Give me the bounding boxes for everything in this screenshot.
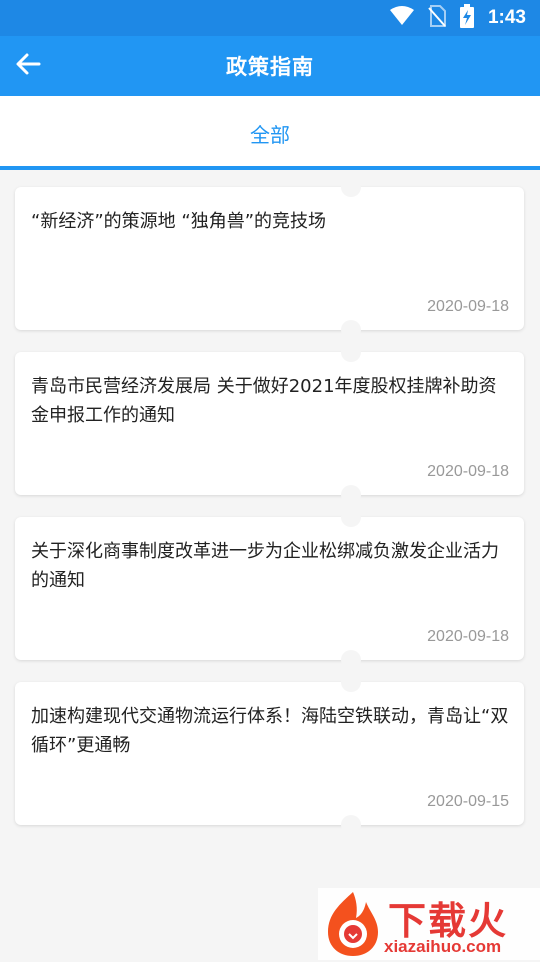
article-date: 2020-09-18	[427, 298, 509, 315]
card-notch	[341, 342, 361, 362]
article-card[interactable]: 关于深化商事制度改革进一步为企业松绑减负激发企业活力的通知 2020-09-18	[15, 507, 524, 670]
card-notch	[341, 815, 361, 835]
card-notch	[341, 177, 361, 197]
flame-logo-icon	[320, 890, 386, 962]
card-notch	[341, 650, 361, 670]
card-notch	[341, 320, 361, 340]
page-title: 政策指南	[226, 55, 314, 79]
tab-bar: 全部	[0, 96, 540, 170]
article-title: 青岛市民营经济发展局 关于做好2021年度股权挂牌补助资金申报工作的通知	[31, 376, 497, 426]
status-bar: 1:43	[0, 0, 540, 36]
article-date: 2020-09-18	[427, 463, 509, 480]
card-notch	[341, 507, 361, 527]
back-button[interactable]	[10, 48, 46, 84]
status-time: 1:43	[487, 7, 526, 28]
watermark: 下载火 xiazaihuo.com	[318, 888, 540, 960]
watermark-url: xiazaihuo.com	[384, 937, 502, 956]
battery-charging-icon	[459, 4, 474, 32]
article-card[interactable]: 青岛市民营经济发展局 关于做好2021年度股权挂牌补助资金申报工作的通知 202…	[15, 342, 524, 505]
article-title: 加速构建现代交通物流运行体系！海陆空铁联动，青岛让“双循环”更通畅	[31, 706, 509, 756]
article-title: 关于深化商事制度改革进一步为企业松绑减负激发企业活力的通知	[31, 541, 499, 591]
article-title: “新经济”的策源地 “独角兽”的竞技场	[31, 211, 327, 232]
article-date: 2020-09-18	[427, 628, 509, 645]
tab-indicator	[0, 166, 540, 170]
card-notch	[341, 672, 361, 692]
card-notch	[341, 485, 361, 505]
back-arrow-icon	[15, 51, 41, 81]
article-card[interactable]: 加速构建现代交通物流运行体系！海陆空铁联动，青岛让“双循环”更通畅 2020-0…	[15, 672, 524, 835]
article-card[interactable]: “新经济”的策源地 “独角兽”的竞技场 2020-09-18	[15, 177, 524, 340]
article-date: 2020-09-15	[427, 793, 509, 810]
tab-all[interactable]: 全部	[250, 119, 290, 148]
app-bar: 政策指南	[0, 36, 540, 96]
wifi-icon	[389, 6, 414, 30]
article-list: “新经济”的策源地 “独角兽”的竞技场 2020-09-18 青岛市民营经济发展…	[15, 177, 525, 847]
no-sim-icon	[428, 5, 446, 31]
